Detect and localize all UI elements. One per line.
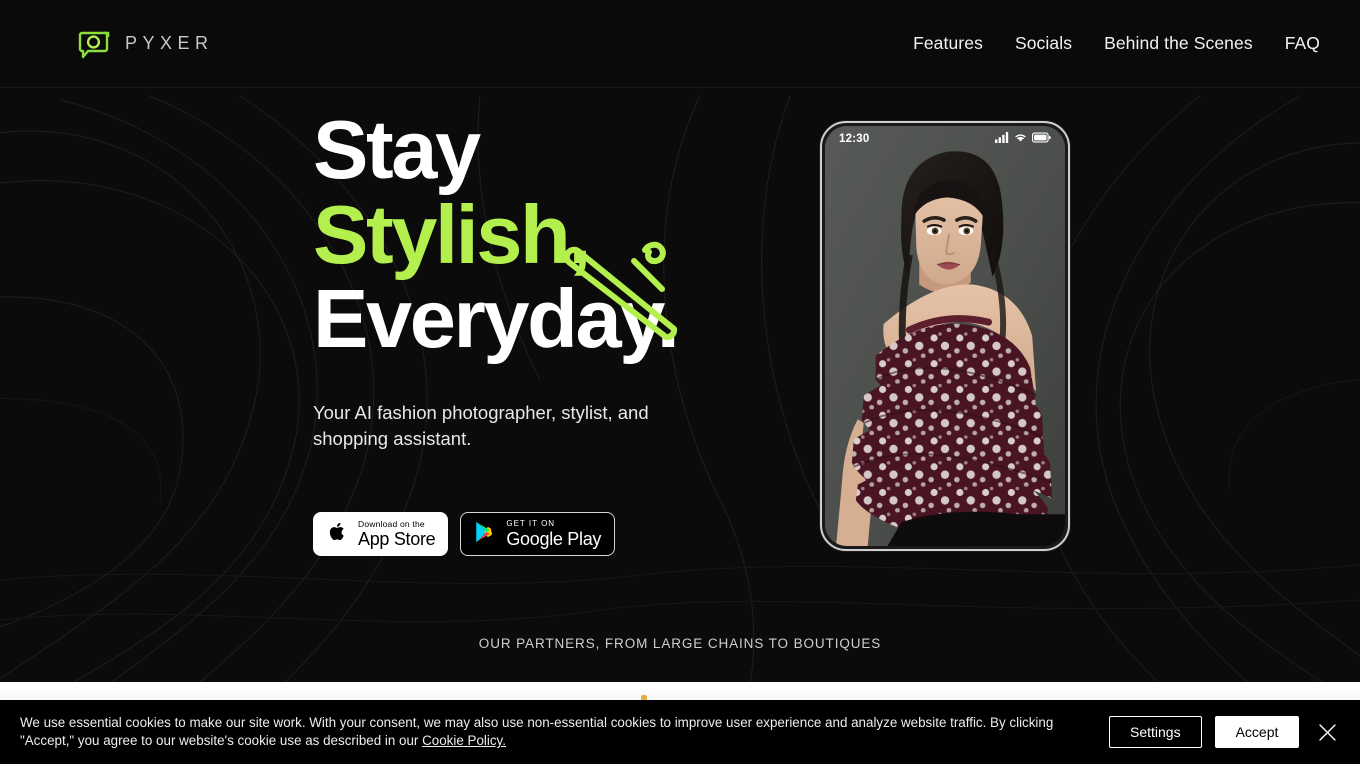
page-root: PYXER Features Socials Behind the Scenes… xyxy=(0,0,1360,764)
app-store-label: Download on the App Store xyxy=(358,518,436,550)
phone-screen: 12:30 xyxy=(825,126,1065,546)
camera-bubble-icon xyxy=(78,28,112,60)
battery-icon xyxy=(1031,130,1051,148)
close-icon[interactable] xyxy=(1314,719,1340,745)
google-play-large-label: Google Play xyxy=(506,529,602,550)
brand-logo[interactable]: PYXER xyxy=(78,28,214,60)
app-store-button[interactable]: Download on the App Store xyxy=(313,512,449,557)
cookie-banner-actions: Settings Accept xyxy=(1109,716,1340,748)
app-store-badges: Download on the App Store GET IT ON Goog… xyxy=(313,512,733,557)
fashion-model-photo xyxy=(825,126,1065,546)
google-play-small-label: GET IT ON xyxy=(506,519,556,529)
clothes-hanger-icon xyxy=(556,231,686,346)
phone-mockup: 12:30 xyxy=(820,121,1070,551)
headline-line-1: Stay xyxy=(313,103,481,196)
nav-item-behind-the-scenes[interactable]: Behind the Scenes xyxy=(1088,27,1269,60)
brand-name: PYXER xyxy=(125,33,214,53)
nav-item-features[interactable]: Features xyxy=(897,27,999,60)
cellular-signal-icon xyxy=(995,130,1009,148)
google-play-button[interactable]: GET IT ON Google Play xyxy=(460,512,616,557)
status-icons xyxy=(995,130,1051,148)
cookie-banner-message: We use essential cookies to make our sit… xyxy=(20,714,1054,749)
hero-subheadline: Your AI fashion photographer, stylist, a… xyxy=(313,401,649,449)
nav-item-socials[interactable]: Socials xyxy=(999,27,1088,60)
wifi-icon xyxy=(1014,130,1027,148)
hero-section: Stay Stylish, Everyday. Your AI fashion … xyxy=(0,88,1360,648)
app-store-small-label: Download on the xyxy=(358,518,425,529)
cookie-banner-text: We use essential cookies to make our sit… xyxy=(20,714,1095,751)
phone-status-bar: 12:30 xyxy=(825,126,1065,152)
cookie-settings-button[interactable]: Settings xyxy=(1109,716,1202,748)
google-play-label: GET IT ON Google Play xyxy=(506,519,602,550)
apple-icon xyxy=(326,520,349,548)
app-store-large-label: App Store xyxy=(358,529,436,550)
main-navigation: Features Socials Behind the Scenes FAQ xyxy=(897,27,1320,60)
status-time: 12:30 xyxy=(839,133,870,145)
cookie-policy-link[interactable]: Cookie Policy. xyxy=(422,733,506,748)
cookie-consent-banner: We use essential cookies to make our sit… xyxy=(0,700,1360,764)
google-play-icon xyxy=(474,520,497,549)
cookie-accept-button[interactable]: Accept xyxy=(1214,716,1300,748)
partners-label: OUR PARTNERS, FROM LARGE CHAINS TO BOUTI… xyxy=(478,636,882,651)
nav-item-faq[interactable]: FAQ xyxy=(1269,27,1320,60)
site-header: PYXER Features Socials Behind the Scenes… xyxy=(0,0,1360,88)
